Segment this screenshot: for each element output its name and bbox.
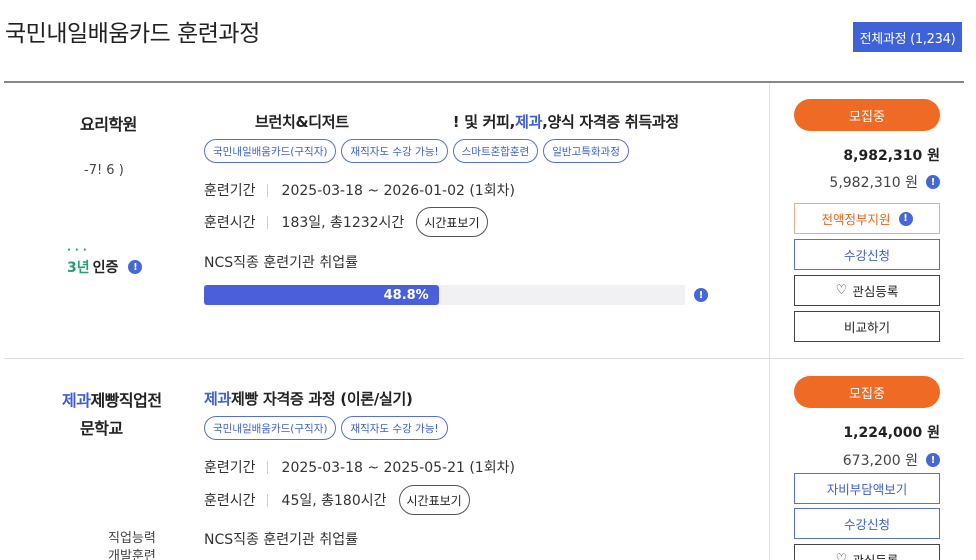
training-period: 훈련기간 2025-03-18 ~ 2025-05-21 (1회차): [204, 460, 515, 476]
institution-extra2: 개발훈련: [108, 549, 156, 560]
training-period: 훈련기간 2025-03-18 ~ 2026-01-02 (1회차): [204, 183, 515, 199]
cert-label: 인증: [92, 260, 119, 276]
employment-rate-bar: 48.8%: [204, 285, 685, 305]
heart-icon: ♡: [835, 552, 848, 560]
certification-badge: 3년 인증 !: [67, 247, 143, 277]
recruiting-status-button[interactable]: 모집중: [794, 376, 940, 408]
self-pay-view-button[interactable]: 자비부담액보기: [794, 473, 940, 504]
training-hours: 훈련시간 45일, 총180시간 시간표보기: [204, 485, 470, 515]
institution-name[interactable]: 제과제빵직업전: [62, 387, 162, 411]
page-title: 국민내일배움카드 훈련과정: [5, 21, 260, 47]
info-icon[interactable]: !: [926, 175, 940, 189]
employment-rate-fill: 48.8%: [204, 285, 439, 305]
ncs-employment-label: NCS직종 훈련기관 취업률: [204, 532, 358, 548]
tag: 재직자도 수강 가능!: [341, 416, 448, 440]
total-courses-badge[interactable]: 전체과정 (1,234): [853, 22, 962, 52]
apply-button[interactable]: 수강신청: [794, 239, 940, 270]
compare-button[interactable]: 비교하기: [794, 311, 940, 342]
column-divider: [769, 83, 770, 358]
institution-name[interactable]: 요리학원: [80, 111, 137, 135]
wishlist-button[interactable]: ♡관심등록: [794, 544, 940, 560]
course-tags: 국민내일배움카드(구직자) 재직자도 수강 가능! 스마트혼합훈련 일반고특화과…: [204, 139, 629, 163]
tag: 국민내일배움카드(구직자): [204, 139, 337, 163]
full-government-support-button[interactable]: 전액정부지원!: [794, 203, 940, 234]
tag: 재직자도 수강 가능!: [341, 139, 448, 163]
wishlist-button[interactable]: ♡관심등록: [794, 275, 940, 306]
header-divider: [4, 81, 964, 83]
timetable-button[interactable]: 시간표보기: [416, 207, 488, 237]
course-title[interactable]: 브런치&디저트! 및 커피,제과,양식 자격증 취득과정: [255, 111, 679, 132]
tag: 국민내일배움카드(구직자): [204, 416, 337, 440]
institution-name-line2[interactable]: 문학교: [80, 415, 123, 439]
subsidy-price: 5,982,310 원!: [829, 172, 940, 192]
info-icon[interactable]: !: [898, 211, 913, 226]
course-title[interactable]: 제과제빵 자격증 과정 (이론/실기): [204, 388, 413, 409]
heart-icon: ♡: [835, 283, 848, 298]
info-icon[interactable]: !: [128, 260, 143, 274]
timetable-button[interactable]: 시간표보기: [398, 485, 470, 515]
recruiting-status-button[interactable]: 모집중: [794, 99, 940, 131]
ncs-employment-label: NCS직종 훈련기관 취업률: [204, 255, 358, 271]
info-icon[interactable]: !: [694, 288, 708, 302]
cert-years: 3년: [67, 247, 90, 277]
subsidy-price: 673,200 원!: [843, 450, 940, 470]
course-tags: 국민내일배움카드(구직자) 재직자도 수강 가능!: [204, 416, 448, 440]
tag: 일반고특화과정: [543, 139, 629, 163]
apply-button[interactable]: 수강신청: [794, 508, 940, 539]
column-divider: [769, 359, 770, 560]
institution-phone: -7! 6 ): [84, 163, 124, 178]
training-hours: 훈련시간 183일, 총1232시간 시간표보기: [204, 207, 488, 237]
tag: 스마트혼합훈련: [452, 139, 539, 163]
row-divider: [4, 358, 964, 359]
institution-extra: 직업능력: [108, 531, 156, 546]
course-price: 8,982,310 원: [843, 148, 940, 164]
info-icon[interactable]: !: [926, 453, 940, 467]
course-price: 1,224,000 원: [843, 425, 940, 441]
